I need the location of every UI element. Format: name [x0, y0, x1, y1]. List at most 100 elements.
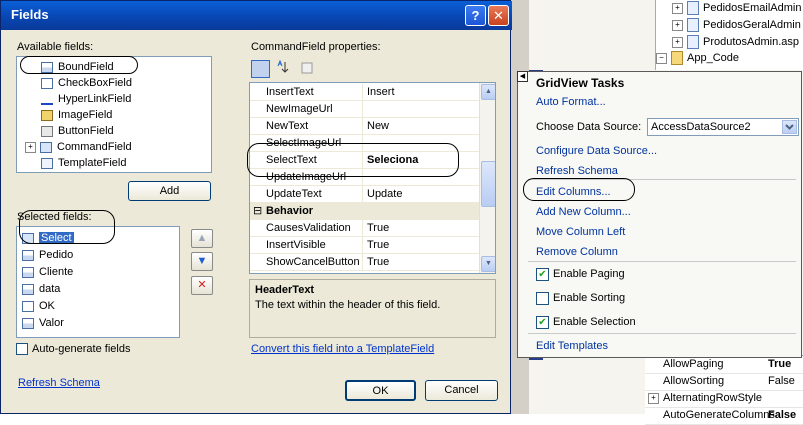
- button-field-icon: [41, 125, 53, 137]
- collapse-icon[interactable]: −: [656, 52, 667, 64]
- property-row[interactable]: NewText New: [250, 118, 479, 135]
- enable-sorting-checkbox[interactable]: [536, 292, 549, 305]
- property-description: HeaderText The text within the header of…: [249, 279, 496, 338]
- tree-item-image-field[interactable]: ImageField: [41, 107, 112, 123]
- property-name: ShowCancelButton: [266, 256, 360, 268]
- edit-templates-link[interactable]: Edit Templates: [536, 340, 608, 352]
- ok-button[interactable]: OK: [345, 380, 416, 401]
- list-item[interactable]: OK: [22, 298, 55, 314]
- property-row[interactable]: AutoGenerateColumns False: [645, 407, 803, 425]
- bound-field-icon: [22, 249, 34, 261]
- expand-icon[interactable]: +: [648, 393, 659, 404]
- list-item[interactable]: Valor: [22, 315, 64, 331]
- expand-icon[interactable]: +: [25, 141, 36, 153]
- description-title: HeaderText: [255, 284, 315, 296]
- refresh-schema-link[interactable]: Refresh Schema: [18, 377, 100, 389]
- property-row[interactable]: InsertText Insert: [250, 84, 479, 101]
- convert-to-template-link[interactable]: Convert this field into a TemplateField: [251, 343, 434, 355]
- property-pages-icon[interactable]: [299, 60, 318, 78]
- property-value[interactable]: Insert: [367, 84, 395, 101]
- choose-data-source-label: Choose Data Source:: [536, 121, 642, 133]
- chevron-down-icon[interactable]: [782, 120, 797, 134]
- alphabetical-icon[interactable]: [273, 59, 292, 78]
- scroll-down-icon[interactable]: ▼: [481, 256, 495, 272]
- auto-generate-checkbox[interactable]: [16, 343, 28, 355]
- enable-selection-label: Enable Selection: [553, 316, 636, 328]
- close-button[interactable]: ✕: [488, 5, 509, 26]
- property-value[interactable]: True: [367, 220, 389, 237]
- collapse-icon[interactable]: ⊟: [253, 203, 262, 220]
- scroll-thumb[interactable]: [481, 161, 495, 207]
- property-value[interactable]: True: [367, 237, 389, 254]
- move-up-button[interactable]: ▲: [191, 229, 213, 248]
- tree-item[interactable]: + PedidosGeralAdmin: [672, 17, 801, 33]
- remove-column-link[interactable]: Remove Column: [536, 246, 618, 258]
- expand-icon[interactable]: +: [672, 19, 683, 31]
- categorized-icon[interactable]: [251, 60, 270, 78]
- tree-item-hyperlink-field[interactable]: HyperLinkField: [41, 91, 131, 107]
- add-button[interactable]: Add: [128, 181, 211, 201]
- property-row[interactable]: CausesValidation True: [250, 220, 479, 237]
- property-name: InsertText: [266, 86, 314, 98]
- list-item-label: Pedido: [39, 249, 74, 261]
- auto-format-link[interactable]: Auto Format...: [536, 96, 606, 108]
- configure-data-source-link[interactable]: Configure Data Source...: [536, 145, 657, 157]
- template-field-icon: [41, 157, 53, 169]
- highlight-ellipse: [20, 56, 138, 74]
- property-name: AllowSorting: [663, 375, 725, 387]
- tree-item[interactable]: + ProdutosAdmin.asp: [672, 34, 799, 50]
- property-row[interactable]: + AlternatingRowStyle: [645, 390, 803, 408]
- property-row[interactable]: UpdateText Update: [250, 186, 479, 203]
- list-item-label: Valor: [39, 317, 64, 329]
- tree-item-label: ButtonField: [58, 125, 114, 137]
- help-button[interactable]: ?: [465, 5, 486, 26]
- tree-item[interactable]: − App_Code: [656, 50, 739, 66]
- list-item[interactable]: Pedido: [22, 247, 73, 263]
- property-value[interactable]: New: [367, 118, 389, 135]
- property-value[interactable]: True: [768, 356, 791, 373]
- list-item-label: OK: [39, 300, 55, 312]
- tree-item-command-field[interactable]: + CommandField: [25, 139, 132, 155]
- property-value[interactable]: False: [768, 373, 795, 390]
- move-down-button[interactable]: ▼: [191, 252, 213, 271]
- property-row[interactable]: AllowPaging True: [645, 356, 803, 374]
- property-row[interactable]: NewImageUrl: [250, 101, 479, 118]
- data-source-select[interactable]: AccessDataSource2: [647, 118, 799, 136]
- checkbox-field-icon: [22, 300, 34, 312]
- expand-icon[interactable]: +: [672, 2, 683, 14]
- property-name: InsertVisible: [266, 239, 326, 251]
- property-row[interactable]: AllowSorting False: [645, 373, 803, 391]
- refresh-schema-task-link[interactable]: Refresh Schema: [536, 165, 618, 177]
- expand-icon[interactable]: +: [672, 36, 683, 48]
- property-name: AlternatingRowStyle: [663, 392, 763, 404]
- move-column-left-link[interactable]: Move Column Left: [536, 226, 625, 238]
- list-item[interactable]: data: [22, 281, 60, 297]
- scroll-up-icon[interactable]: ▲: [481, 84, 495, 100]
- delete-field-button[interactable]: ✕: [191, 276, 213, 295]
- property-name: UpdateText: [266, 188, 322, 200]
- cancel-button[interactable]: Cancel: [425, 380, 498, 401]
- tree-item[interactable]: + PedidosEmailAdmin: [672, 0, 801, 16]
- add-new-column-link[interactable]: Add New Column...: [536, 206, 631, 218]
- bound-field-icon: [22, 266, 34, 278]
- dialog-title-bar[interactable]: Fields ? ✕: [1, 1, 512, 30]
- property-row[interactable]: ShowCancelButton True: [250, 254, 479, 271]
- property-value[interactable]: Update: [367, 186, 402, 203]
- collapse-tasks-icon[interactable]: ◀: [517, 71, 528, 82]
- tree-item-template-field[interactable]: TemplateField: [41, 155, 126, 171]
- list-item[interactable]: Cliente: [22, 264, 73, 280]
- property-value[interactable]: False: [768, 407, 796, 424]
- tree-item-checkbox-field[interactable]: CheckBoxField: [41, 75, 132, 91]
- property-grid[interactable]: InsertText Insert NewImageUrl NewText New …: [249, 82, 496, 274]
- page-file-icon: [687, 1, 699, 16]
- property-grid-scrollbar[interactable]: ▲ ▼: [479, 83, 495, 273]
- property-row[interactable]: InsertVisible True: [250, 237, 479, 254]
- property-value[interactable]: True: [367, 254, 389, 271]
- category-behavior[interactable]: ⊟ Behavior: [250, 203, 479, 220]
- separator: [528, 261, 796, 262]
- gridview-tasks-panel: GridView Tasks Auto Format... Choose Dat…: [517, 71, 802, 358]
- tree-item-button-field[interactable]: ButtonField: [41, 123, 114, 139]
- enable-paging-checkbox[interactable]: ✔: [536, 268, 549, 281]
- enable-selection-checkbox[interactable]: ✔: [536, 316, 549, 329]
- tree-item-label: CommandField: [57, 141, 132, 153]
